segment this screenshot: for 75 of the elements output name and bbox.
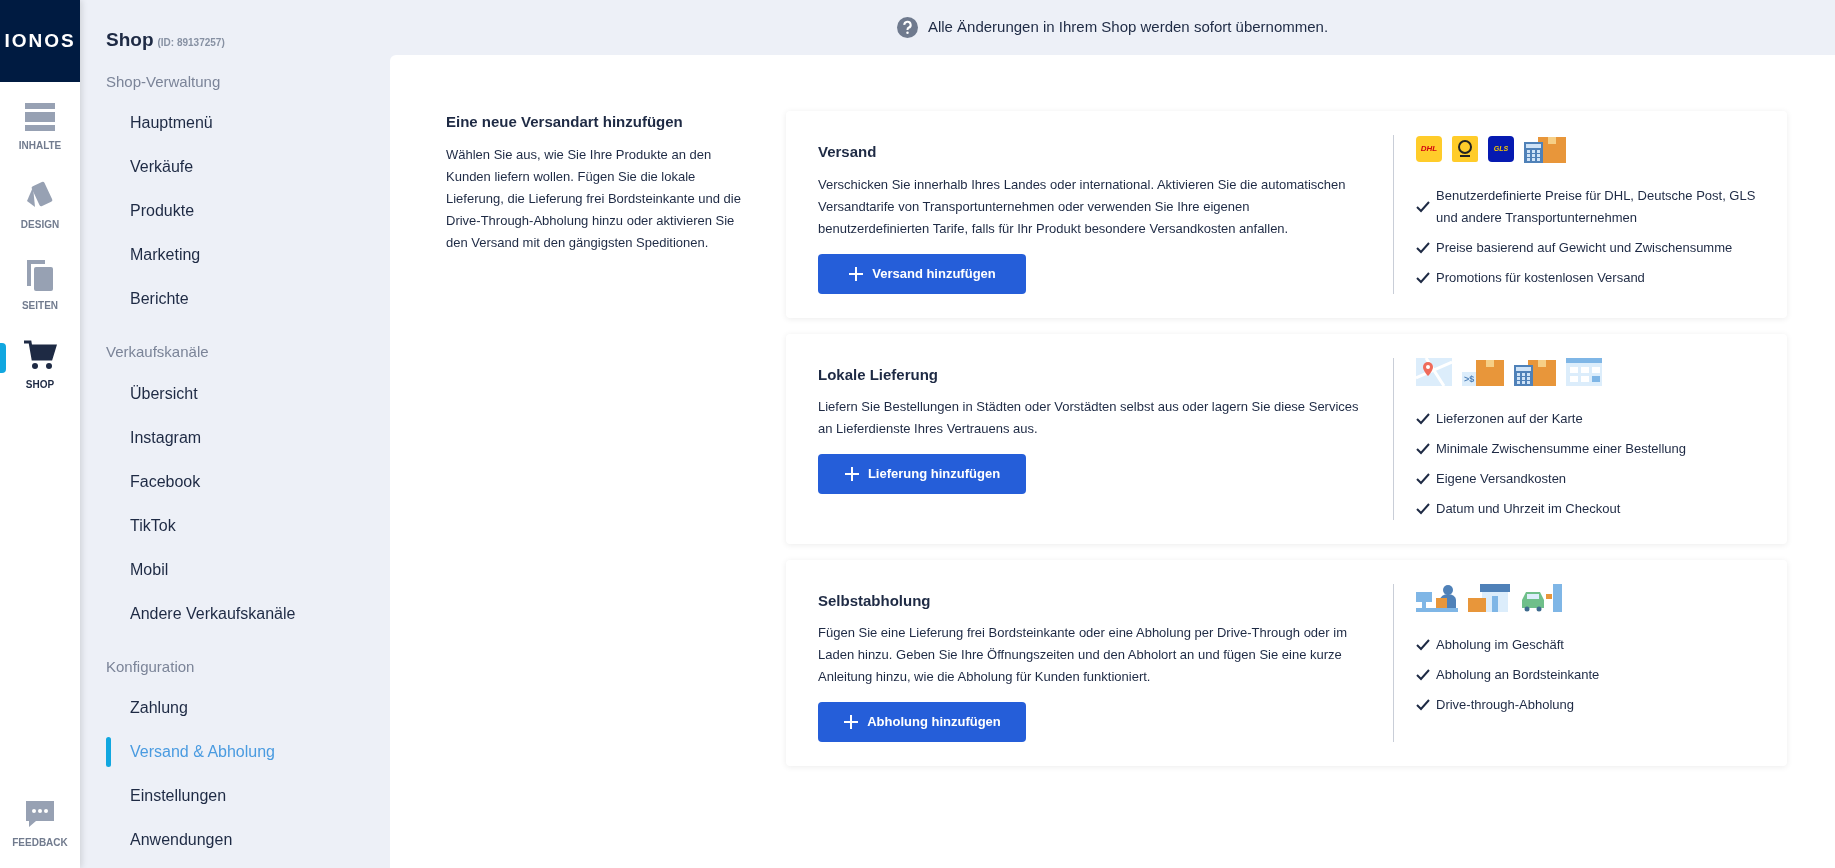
plus-icon xyxy=(843,466,860,482)
brand-logo[interactable]: IONOS xyxy=(0,0,80,82)
sidebar-link[interactable]: Übersicht xyxy=(130,381,198,406)
card-description: Verschicken Sie innerhalb Ihres Landes oder international. Aktivieren Sie die automatischen Versandtarife von Transportunternehmen oder verwenden Sie Ihre eigenen benutzerdefinierten Tarife, falls für Ihr Produkt besondere Versandkosten anfallen. xyxy=(818,175,1347,238)
check-icon xyxy=(1416,502,1430,515)
card-title: Versand xyxy=(818,142,878,162)
help-icon xyxy=(896,17,918,38)
check-icon xyxy=(1416,272,1430,284)
intro-title: Eine neue Versandart hinzufügen xyxy=(446,112,684,132)
feature-text: Benutzerdefinierte Preise für DHL, Deutsche Post, GLS und andere Transportunternehmen xyxy=(1436,187,1757,227)
intro-text: Wählen Sie aus, wie Sie Ihre Produkte an den Kunden liefern wollen. Fügen Sie die lokale Lieferung, die Lieferung frei Bordsteinkante und die Drive-Through-Abholung hinzu oder aktivieren Sie den Versand mit den gängigsten Speditionen. xyxy=(446,145,742,252)
card-description: Liefern Sie Bestellungen in Städten oder Vorstädten selbst aus oder lagern Sie diese Services an Lieferdienste Ihres Vertrauens aus. xyxy=(818,398,1360,438)
calendar-icon xyxy=(1566,357,1602,386)
feature-text: Abholung im Geschäft xyxy=(1436,635,1564,654)
feature-text: Drive-through-Abholung xyxy=(1436,695,1575,714)
sidebar-link[interactable]: Produkte xyxy=(130,199,195,223)
card-description: Fügen Sie eine Lieferung frei Bordsteinkante oder eine Abholung per Drive-Through oder im Laden hinzu. Geben Sie Ihre Öffnungszeiten und den Abholort an und fügen Sie eine kurze Anleitung hinzu, wie die Abholung für Kunden funktioniert. xyxy=(818,624,1348,686)
sidebar-link[interactable]: Mobil xyxy=(130,557,169,582)
check-icon xyxy=(1416,638,1430,651)
section-heading: Verkaufskanäle xyxy=(106,342,210,362)
sidebar-link[interactable]: Hauptmenü xyxy=(130,111,213,135)
rail-item[interactable]: SEITEN xyxy=(0,238,80,319)
card-title: Selbstabholung xyxy=(818,590,932,611)
sidebar-link[interactable]: Berichte xyxy=(130,287,189,311)
feature-text: Abholung an Bordsteinkante xyxy=(1436,665,1600,684)
plus-icon xyxy=(848,265,865,282)
add-button[interactable]: Abholung hinzufügen xyxy=(818,702,1026,742)
add-button[interactable]: Versand hinzufügen xyxy=(818,253,1026,294)
storefront-icon xyxy=(1468,583,1510,612)
add-button[interactable]: Lieferung hinzufügen xyxy=(818,454,1026,494)
check-icon xyxy=(1416,668,1430,681)
chat-icon xyxy=(24,799,56,829)
map-pin-icon xyxy=(1416,357,1452,386)
calculator-box-icon xyxy=(1514,357,1556,386)
section-heading: Konfiguration xyxy=(106,656,196,677)
section-heading: Shop-Verwaltung xyxy=(106,71,222,92)
check-icon xyxy=(1416,698,1430,711)
card-title: Lokale Lieferung xyxy=(818,364,940,385)
check-icon xyxy=(1416,201,1430,213)
check-icon xyxy=(1416,472,1430,485)
layout-icon xyxy=(23,102,57,132)
shop-id: (ID: 89137257) xyxy=(157,36,225,50)
feature-text: Lieferzonen auf der Karte xyxy=(1436,409,1583,428)
sidebar-link[interactable]: Zahlung xyxy=(130,696,188,720)
feature-text: Minimale Zwischensumme einer Bestellung xyxy=(1436,439,1686,458)
rail-item[interactable]: INHALTE xyxy=(0,82,80,159)
check-icon xyxy=(1416,442,1430,455)
active-indicator xyxy=(106,737,111,767)
sidebar-link[interactable]: Instagram xyxy=(130,425,202,450)
notice-text: Alle Änderungen in Ihrem Shop werden sofort übernommen. xyxy=(927,17,1329,38)
feature-text: Preise basierend auf Gewicht und Zwischensumme xyxy=(1436,239,1733,257)
sidebar-link[interactable]: Facebook xyxy=(130,469,201,494)
calculator-box-icon xyxy=(1524,135,1566,163)
rail-item[interactable]: DESIGN xyxy=(0,159,80,238)
sidebar-link[interactable]: Marketing xyxy=(130,243,201,267)
plus-icon xyxy=(843,714,860,730)
sidebar-link[interactable]: Anwendungen xyxy=(130,828,233,852)
feature-text: Promotions für kostenlosen Versand xyxy=(1436,269,1645,287)
counter-person-icon xyxy=(1416,583,1458,612)
rail-item[interactable]: SHOP xyxy=(0,319,80,398)
check-icon xyxy=(1416,242,1430,254)
carrier-logo: DHL xyxy=(1416,136,1442,162)
sidebar-title: Shop xyxy=(106,28,154,52)
sidebar-link[interactable]: TikTok xyxy=(130,513,176,538)
feedback-button[interactable]: FEEDBACK xyxy=(0,799,80,868)
sidebar-link[interactable]: Verkäufe xyxy=(130,155,194,179)
active-indicator xyxy=(0,343,6,373)
pages-icon xyxy=(25,258,55,292)
cart-icon xyxy=(23,339,57,371)
sidebar-link[interactable]: Einstellungen xyxy=(130,784,227,808)
sidebar-link[interactable]: Andere Verkaufskanäle xyxy=(130,601,296,626)
check-icon xyxy=(1416,412,1430,425)
drive-through-icon xyxy=(1520,583,1562,612)
feature-text: Datum und Uhrzeit im Checkout xyxy=(1436,499,1621,518)
feature-text: Eigene Versandkosten xyxy=(1436,469,1567,488)
